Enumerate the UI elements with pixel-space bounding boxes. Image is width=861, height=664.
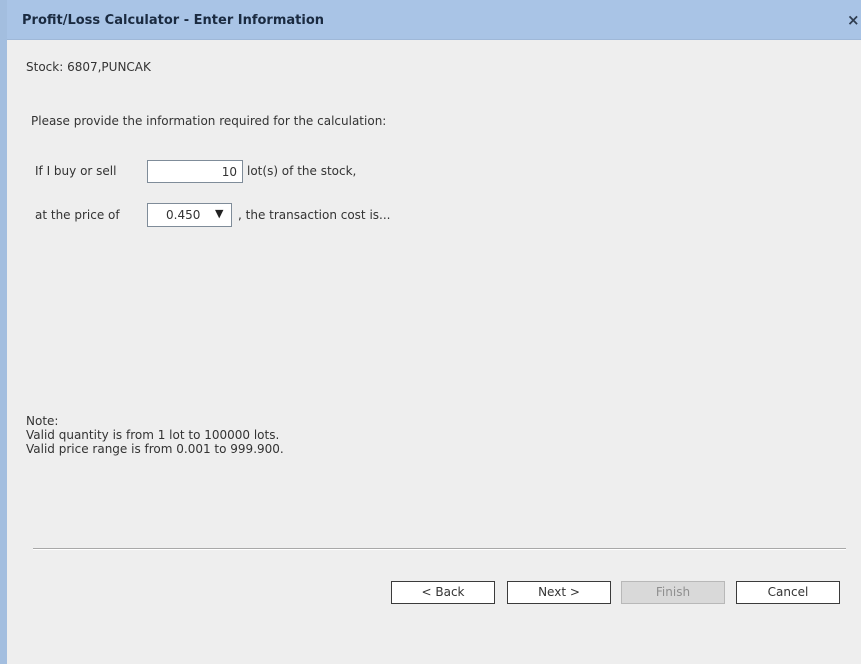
dialog-titlebar: Profit/Loss Calculator - Enter Informati… xyxy=(7,0,861,40)
next-button[interactable]: Next > xyxy=(507,581,611,604)
divider xyxy=(33,548,846,550)
back-button[interactable]: < Back xyxy=(391,581,495,604)
price-suffix-label: , the transaction cost is... xyxy=(238,208,391,222)
instructions-text: Please provide the information required … xyxy=(31,114,387,128)
price-prefix-label: at the price of xyxy=(35,208,120,222)
price-dropdown[interactable]: 0.450 ▼ xyxy=(147,203,232,227)
note-price-range: Valid price range is from 0.001 to 999.9… xyxy=(26,442,284,456)
quantity-suffix-label: lot(s) of the stock, xyxy=(247,164,357,178)
profit-loss-dialog: Profit/Loss Calculator - Enter Informati… xyxy=(0,0,861,664)
dialog-title: Profit/Loss Calculator - Enter Informati… xyxy=(22,13,325,28)
quantity-prefix-label: If I buy or sell xyxy=(35,164,117,178)
price-selected-value: 0.450 xyxy=(166,208,201,222)
chevron-down-icon: ▼ xyxy=(215,207,224,220)
finish-button: Finish xyxy=(621,581,725,604)
quantity-input[interactable] xyxy=(147,160,243,183)
note-heading: Note: xyxy=(26,414,59,428)
note-block: Note: Valid quantity is from 1 lot to 10… xyxy=(26,414,284,456)
close-icon[interactable]: × xyxy=(847,10,861,30)
cancel-button[interactable]: Cancel xyxy=(736,581,840,604)
note-quantity-range: Valid quantity is from 1 lot to 100000 l… xyxy=(26,428,280,442)
stock-label: Stock: 6807,PUNCAK xyxy=(26,60,151,74)
